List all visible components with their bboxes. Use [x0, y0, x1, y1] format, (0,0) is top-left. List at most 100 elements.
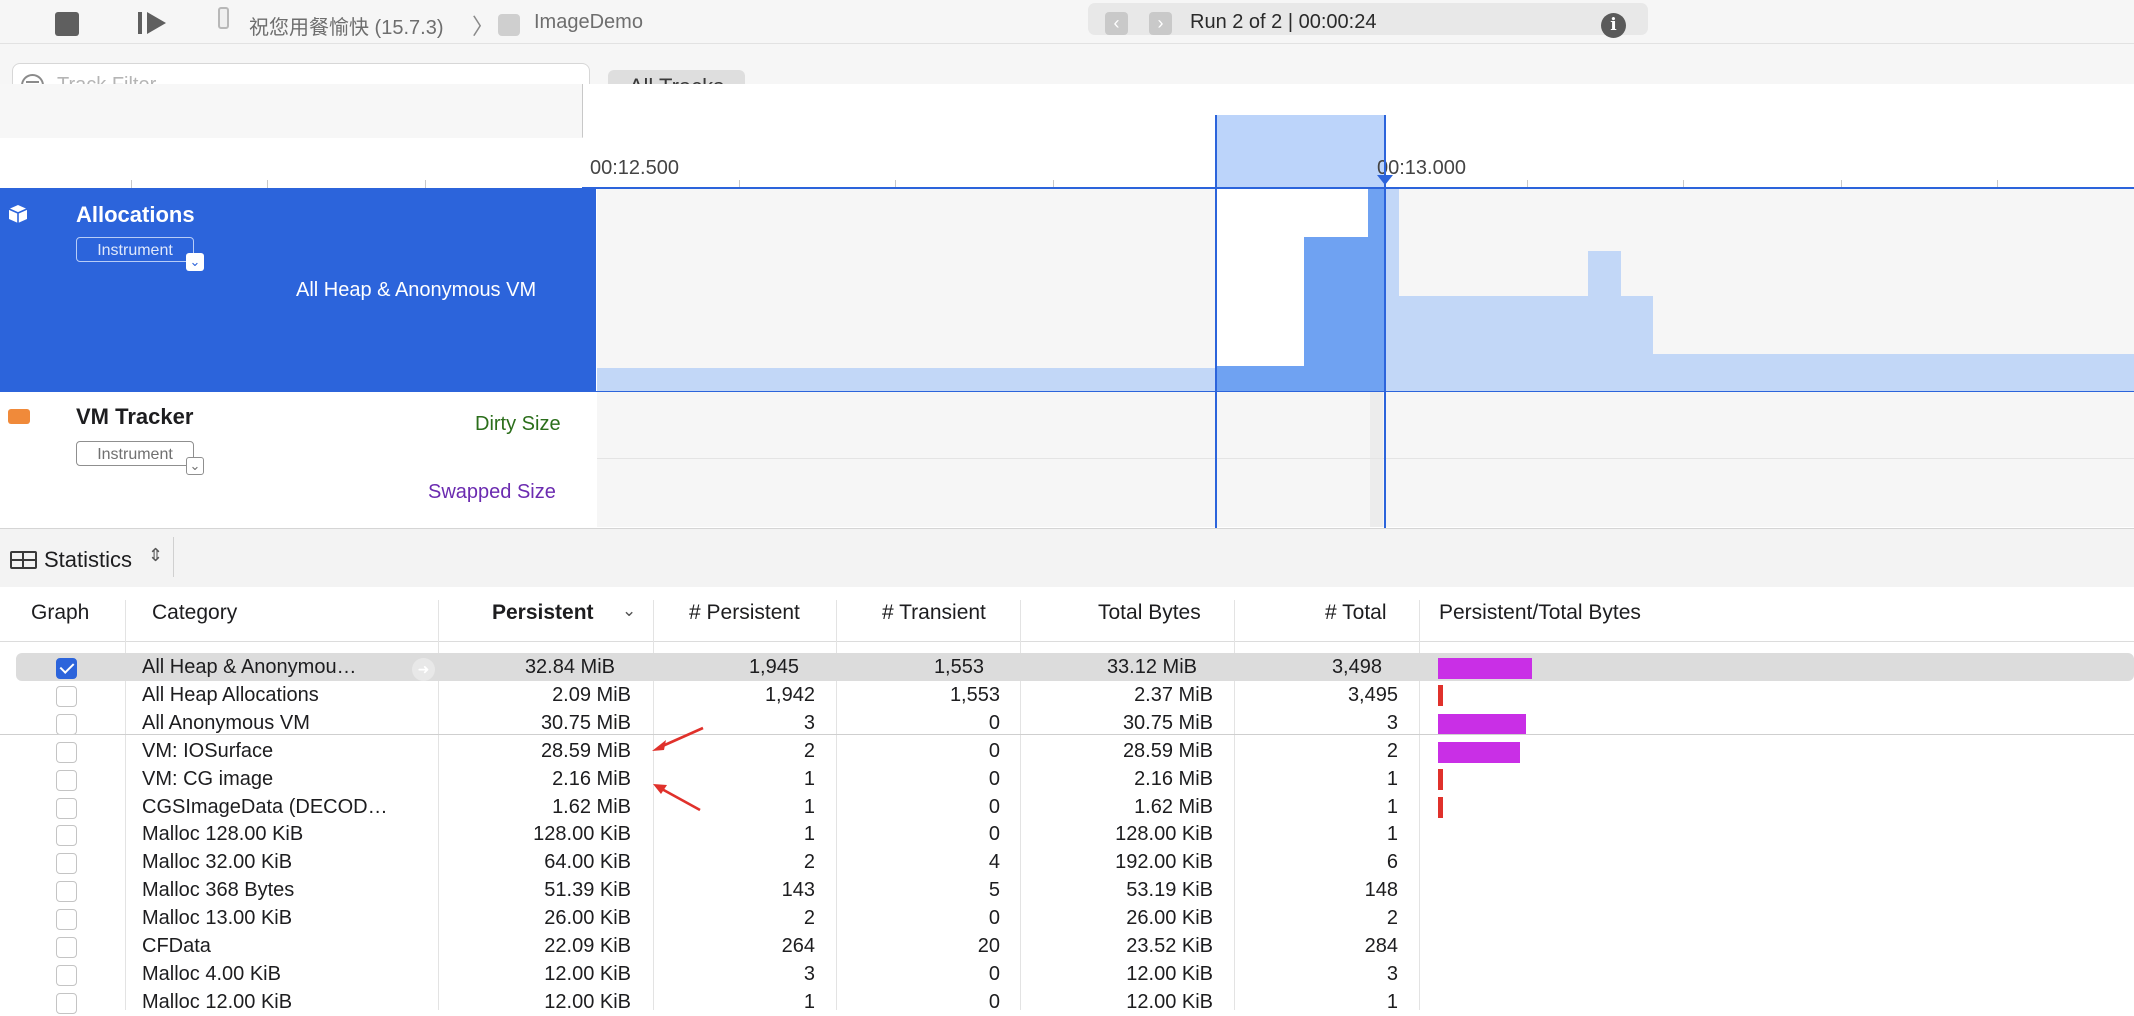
- column-header-total-bytes[interactable]: Total Bytes: [1098, 601, 1201, 625]
- target-app-selector[interactable]: ImageDemo: [534, 11, 643, 34]
- graph-checkbox[interactable]: [56, 713, 77, 735]
- persistent-ratio-bar: [1438, 713, 1526, 735]
- category-cell: Malloc 12.00 KiB: [142, 990, 293, 1013]
- column-header-n-total[interactable]: # Total: [1325, 601, 1387, 625]
- column-header-persistent[interactable]: Persistent: [492, 601, 594, 625]
- allocations-track-subtitle: All Heap & Anonymous VM: [296, 279, 537, 301]
- category-cell: VM: CG image: [142, 767, 274, 790]
- n-transient-cell: 0: [988, 711, 1000, 734]
- persistent-cell: 30.75 MiB: [540, 711, 631, 734]
- statistics-view-selector[interactable]: Statistics: [44, 547, 132, 573]
- n-persistent-cell: 264: [781, 935, 815, 957]
- play-icon: [138, 12, 166, 34]
- graph-checkbox[interactable]: [56, 853, 77, 875]
- n-transient-cell: 0: [988, 962, 1000, 985]
- selection-start-line[interactable]: [1215, 115, 1217, 528]
- graph-checkbox[interactable]: [56, 825, 77, 847]
- column-header-ratio[interactable]: Persistent/Total Bytes: [1439, 601, 1641, 625]
- instrument-badge: Instrument: [76, 441, 194, 466]
- annotation-arrow: [653, 784, 701, 812]
- table-row[interactable]: Malloc 12.00 KiB 12.00 KiB 1 0 12.00 KiB 1: [0, 988, 2134, 1016]
- table-row[interactable]: All Anonymous VM 30.75 MiB 3 0 30.75 MiB 3: [0, 709, 2134, 737]
- vm-tracker-track-graph[interactable]: [597, 392, 2134, 527]
- n-total-cell: 1: [1386, 767, 1398, 790]
- total-bytes-cell: 26.00 KiB: [1126, 907, 1213, 930]
- persistent-ratio-bar: [1438, 768, 1443, 790]
- table-row[interactable]: VM: IOSurface 28.59 MiB 2 0 28.59 MiB 2: [0, 737, 2134, 765]
- graph-checkbox[interactable]: [56, 769, 77, 791]
- graph-checkbox[interactable]: [56, 741, 77, 763]
- table-row[interactable]: Malloc 4.00 KiB 12.00 KiB 3 0 12.00 KiB 3: [0, 960, 2134, 988]
- info-icon[interactable]: i: [1601, 13, 1626, 38]
- n-total-cell: 1: [1386, 990, 1398, 1013]
- track-separator: [0, 391, 2134, 392]
- iphone-device-icon: [218, 7, 229, 29]
- ruler-tick: [582, 84, 583, 137]
- table-row[interactable]: Malloc 128.00 KiB 128.00 KiB 1 0 128.00 KiB 1: [0, 820, 2134, 848]
- n-persistent-cell: 1: [803, 767, 815, 790]
- record-play-button[interactable]: [138, 11, 168, 35]
- playhead-marker[interactable]: [1377, 175, 1393, 185]
- table-row[interactable]: All Heap Allocations 2.09 MiB 1,942 1,553 2.…: [0, 681, 2134, 709]
- total-bytes-cell: 192.00 KiB: [1115, 851, 1213, 874]
- category-cell: All Heap Allocations: [142, 683, 319, 706]
- graph-checkbox[interactable]: [56, 964, 77, 986]
- allocations-track-title: Allocations: [76, 202, 195, 227]
- persistent-cell: 64.00 KiB: [544, 851, 631, 874]
- stop-button[interactable]: [55, 12, 79, 36]
- n-total-cell: 1: [1386, 795, 1398, 818]
- graph-checkbox[interactable]: [56, 797, 77, 819]
- n-persistent-cell: 1,942: [764, 683, 815, 706]
- n-transient-cell: 5: [988, 879, 1000, 902]
- graph-checkbox[interactable]: [56, 685, 77, 707]
- time-selection-range[interactable]: [1216, 115, 1386, 187]
- graph-checkbox[interactable]: [56, 658, 77, 679]
- app-icon: [498, 14, 520, 36]
- table-row[interactable]: Malloc 13.00 KiB 26.00 KiB 2 0 26.00 KiB 2: [0, 904, 2134, 932]
- persistent-ratio-bar: [1438, 658, 1532, 679]
- graph-checkbox[interactable]: [56, 992, 77, 1014]
- persistent-ratio-bar: [1438, 684, 1443, 706]
- vm-tracker-icon: [8, 409, 30, 424]
- category-cell: All Anonymous VM: [142, 711, 310, 734]
- annotation-arrow: [652, 726, 704, 751]
- category-cell: Malloc 32.00 KiB: [142, 851, 293, 874]
- n-transient-cell: 1,553: [949, 683, 1000, 706]
- updown-chevron-icon[interactable]: ⇕: [148, 545, 163, 566]
- table-row[interactable]: CFData 22.09 KiB 264 20 23.52 KiB 284: [0, 932, 2134, 960]
- category-cell: Malloc 128.00 KiB: [142, 823, 304, 846]
- n-transient-cell: 4: [988, 851, 1000, 874]
- persistent-cell: 28.59 MiB: [540, 739, 631, 762]
- column-header-graph[interactable]: Graph: [31, 601, 89, 625]
- column-header-n-transient[interactable]: # Transient: [882, 601, 986, 625]
- device-selector[interactable]: 祝您用餐愉快 (15.7.3): [249, 11, 443, 40]
- total-bytes-cell: 23.52 KiB: [1126, 935, 1213, 957]
- table-row[interactable]: CGSImageData (DECOD… 1.62 MiB 1 0 1.62 MiB 1: [0, 793, 2134, 821]
- persistent-ratio-bar: [1438, 741, 1520, 763]
- column-header-n-persistent[interactable]: # Persistent: [689, 601, 800, 625]
- persistent-ratio-bar: [1438, 796, 1443, 818]
- previous-run-button[interactable]: ‹: [1105, 12, 1128, 35]
- table-row[interactable]: VM: CG image 2.16 MiB 1 0 2.16 MiB 1: [0, 765, 2134, 793]
- instrument-badge: Instrument: [76, 237, 194, 262]
- table-row[interactable]: Malloc 32.00 KiB 64.00 KiB 2 4 192.00 KiB 6: [0, 848, 2134, 876]
- column-header-category[interactable]: Category: [152, 601, 237, 625]
- total-bytes-cell: 2.16 MiB: [1134, 767, 1213, 790]
- persistent-cell: 2.09 MiB: [552, 683, 631, 706]
- graph-checkbox[interactable]: [56, 909, 77, 931]
- graph-checkbox[interactable]: [56, 937, 77, 958]
- n-transient-cell: 1,553: [933, 656, 984, 678]
- persistent-cell: 1.62 MiB: [552, 795, 631, 818]
- focus-arrow-icon[interactable]: ➜: [412, 658, 435, 681]
- next-run-button[interactable]: ›: [1149, 12, 1172, 35]
- persistent-cell: 12.00 KiB: [544, 962, 631, 985]
- table-row[interactable]: All Heap & Anonymou… ➜ 32.84 MiB 1,945 1,553…: [16, 653, 2134, 681]
- category-cell: VM: IOSurface: [142, 739, 274, 762]
- n-transient-cell: 20: [977, 935, 1000, 957]
- persistent-cell: 128.00 KiB: [533, 823, 631, 846]
- graph-checkbox[interactable]: [56, 881, 77, 903]
- table-row[interactable]: Malloc 368 Bytes 51.39 KiB 143 5 53.19 KiB 14…: [0, 876, 2134, 904]
- chevron-down-icon[interactable]: ⌄: [186, 253, 204, 271]
- total-bytes-cell: 128.00 KiB: [1115, 823, 1213, 846]
- chevron-down-icon[interactable]: ⌄: [186, 457, 204, 475]
